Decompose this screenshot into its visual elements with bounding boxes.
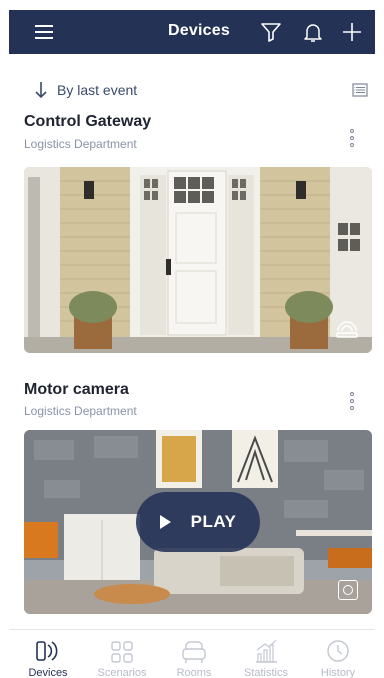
- device-location: Logistics Department: [24, 404, 137, 418]
- app-header: Devices: [9, 10, 375, 54]
- nav-label: Rooms: [176, 667, 212, 678]
- more-options-icon[interactable]: [346, 392, 358, 414]
- nav-item-history[interactable]: History: [301, 630, 375, 678]
- history-icon: [327, 640, 349, 662]
- bottom-navigation: Devices Scenarios Rooms Statistics Histo…: [9, 629, 375, 678]
- sort-control[interactable]: By last event: [24, 80, 374, 102]
- nav-item-statistics[interactable]: Statistics: [229, 630, 303, 678]
- nav-label: History: [320, 667, 356, 678]
- wireless-camera-icon: [336, 321, 358, 338]
- camera-stream[interactable]: PLAY: [24, 430, 372, 614]
- hamburger-menu-icon[interactable]: [35, 25, 53, 39]
- filter-icon[interactable]: [259, 20, 283, 44]
- nav-item-scenarios[interactable]: Scenarios: [85, 630, 159, 678]
- play-button[interactable]: PLAY: [136, 492, 260, 552]
- list-view-icon[interactable]: [352, 82, 368, 98]
- arrow-down-icon: [35, 82, 47, 99]
- bell-icon[interactable]: [301, 20, 325, 44]
- sort-label: By last event: [57, 82, 138, 98]
- nav-item-rooms[interactable]: Rooms: [157, 630, 231, 678]
- nav-label: Statistics: [243, 667, 288, 678]
- play-icon: [159, 515, 171, 529]
- device-snapshot[interactable]: [24, 167, 372, 353]
- nav-label: Devices: [28, 667, 68, 678]
- front-door-image: [24, 167, 372, 353]
- page-title: Devices: [168, 22, 230, 39]
- nav-label: Scenarios: [97, 667, 147, 678]
- devices-screen: Devices By last event Control Gateway Lo…: [0, 0, 384, 678]
- devices-icon: [36, 641, 58, 661]
- play-label: PLAY: [190, 512, 237, 531]
- device-name[interactable]: Control Gateway: [24, 113, 151, 131]
- snapshot-icon[interactable]: [338, 580, 358, 600]
- device-name[interactable]: Motor camera: [24, 381, 129, 399]
- plus-icon[interactable]: [340, 20, 364, 44]
- more-options-icon[interactable]: [346, 129, 358, 151]
- device-location: Logistics Department: [24, 137, 137, 151]
- rooms-icon: [182, 641, 206, 663]
- statistics-icon: [256, 639, 277, 663]
- scenarios-icon: [111, 641, 133, 663]
- nav-item-devices[interactable]: Devices: [11, 630, 85, 678]
